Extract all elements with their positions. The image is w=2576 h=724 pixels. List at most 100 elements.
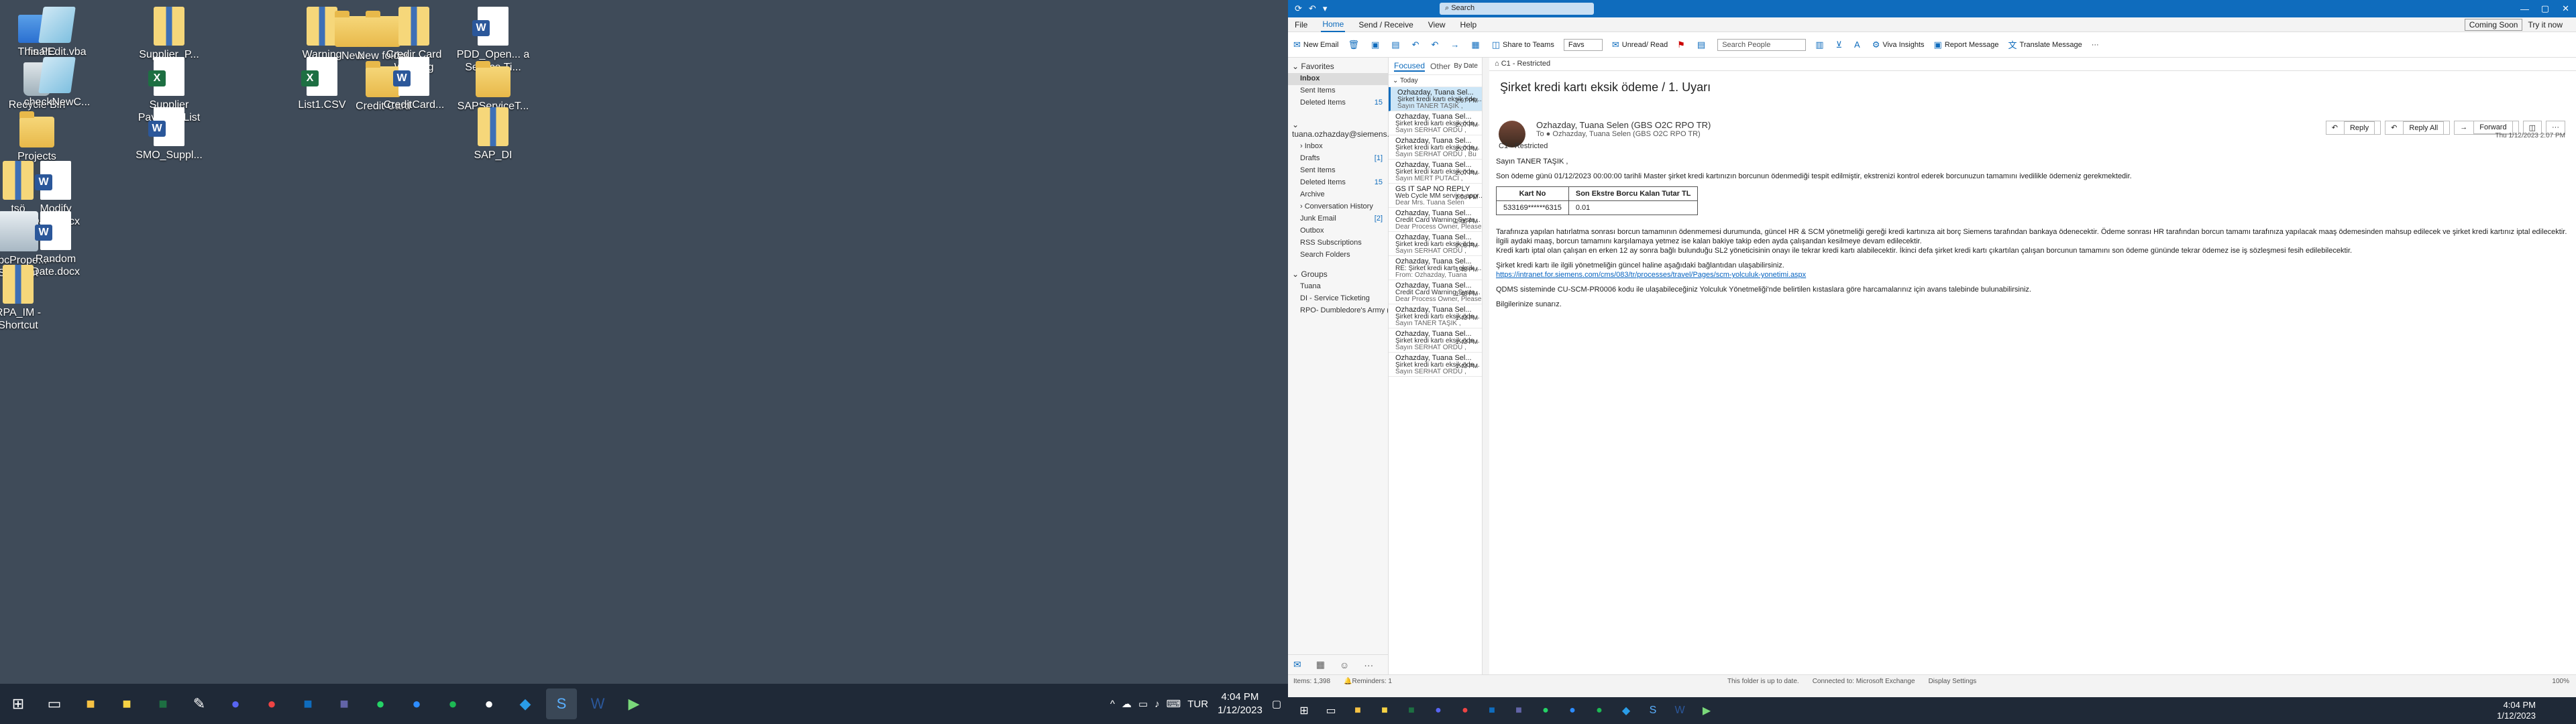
whatsapp-icon[interactable]: ● (365, 688, 396, 719)
vscode-icon[interactable]: ◆ (1616, 701, 1636, 721)
zoom-icon[interactable]: ● (1562, 701, 1582, 721)
projects-folder[interactable]: Projects (0, 107, 74, 163)
list-item[interactable]: Ozhazday, Tuana Sel... Şirket kredi kartı… (1389, 135, 1482, 160)
sap-di-file[interactable]: SAP_DI (456, 107, 530, 162)
categorize-button[interactable]: ▤ (1697, 40, 1708, 50)
more-icon[interactable]: ··· (1364, 660, 1373, 670)
teams-icon[interactable]: ■ (329, 688, 360, 719)
reply-button[interactable]: ↶ Reply (2325, 121, 2381, 135)
filter-button[interactable]: ⊻ (1836, 40, 1845, 50)
meeting-button[interactable]: ▦ (1471, 40, 1482, 50)
sticky-notes-icon[interactable]: ■ (1375, 701, 1395, 721)
sticky-notes-icon[interactable]: ■ (111, 688, 142, 719)
group-tuana[interactable]: Tuana (1288, 281, 1388, 293)
rpa-app-icon[interactable]: S (546, 688, 577, 719)
search-people-input[interactable]: Search People (1717, 38, 1807, 51)
excel-icon[interactable]: ■ (1401, 701, 1421, 721)
quick-steps-select[interactable]: Favs (1563, 38, 1603, 51)
folder-archive[interactable]: Archive (1288, 189, 1388, 201)
clock-secondary[interactable]: 4:04 PM 1/12/2023 (2497, 700, 2536, 721)
file-explorer-icon[interactable]: ■ (75, 688, 106, 719)
folder-conversation-history[interactable]: › Conversation History (1288, 201, 1388, 213)
windows-start-icon[interactable]: ⊞ (3, 688, 34, 719)
folder-outbox[interactable]: Outbox (1288, 225, 1388, 237)
outlook-icon[interactable]: ■ (292, 688, 323, 719)
github-icon[interactable]: ● (474, 688, 504, 719)
file-explorer-icon[interactable]: ■ (1348, 701, 1368, 721)
creditcard-doc[interactable]: W CreditCard... (377, 57, 451, 111)
word-icon[interactable]: W (1670, 701, 1690, 721)
rpa-app-icon[interactable]: S (1643, 701, 1663, 721)
group-rpo[interactable]: RPO- Dumbledore's Army ( De... (1288, 305, 1388, 317)
list-item[interactable]: Ozhazday, Tuana Sel... Şirket kredi kartı… (1389, 304, 1482, 328)
finaledit-file[interactable]: finalEdit.vba (20, 7, 94, 58)
list-item[interactable]: Ozhazday, Tuana Sel... Şirket kredi kartı… (1389, 353, 1482, 377)
move-button[interactable]: ▤ (1391, 40, 1402, 50)
notification-icon[interactable]: ▢ (1272, 698, 1281, 710)
list-item[interactable]: GS IT SAP NO REPLY Web Cycle MM service a… (1389, 184, 1482, 208)
teams-icon[interactable]: ■ (1509, 701, 1529, 721)
forward-ribbon-button[interactable]: → (1450, 40, 1462, 50)
whatsapp-icon[interactable]: ● (1536, 701, 1556, 721)
sapservice-folder[interactable]: SAPServiceT... (456, 57, 530, 113)
groups-header[interactable]: ⌄ Groups (1288, 265, 1388, 281)
account-header[interactable]: ⌄ tuana.ozhazday@siemens.... (1288, 116, 1396, 141)
smo-suppl-doc[interactable]: W SMO_Suppl... (132, 107, 206, 162)
people-icon[interactable]: ☺ (1340, 660, 1349, 670)
list-item[interactable]: Ozhazday, Tuana Sel... Şirket kredi kartı… (1389, 160, 1482, 184)
intranet-link[interactable]: https://intranet.for.siemens.com/cms/083… (1496, 271, 1806, 279)
clock[interactable]: 4:04 PM 1/12/2023 (1218, 690, 1263, 717)
fav-deleted-items[interactable]: Deleted Items 15 (1288, 97, 1388, 109)
task-view-icon[interactable]: ▭ (39, 688, 70, 719)
folder-junk-email[interactable]: Junk Email [2] (1288, 213, 1388, 225)
flag-button[interactable]: ⚑ (1677, 40, 1688, 50)
menu-help[interactable]: Help (1459, 18, 1479, 32)
cloud-icon[interactable]: ☁ (1122, 698, 1132, 710)
discord-icon[interactable]: ● (220, 688, 251, 719)
tab-other[interactable]: Other (1430, 62, 1450, 71)
chevron-up-icon[interactable]: ^ (1110, 699, 1115, 710)
media-app-icon[interactable]: ▶ (1697, 701, 1717, 721)
quick-access-icon[interactable]: ▾ (1323, 3, 1328, 14)
reply-ribbon-button[interactable]: ↶ (1412, 40, 1422, 50)
windows-start-icon[interactable]: ⊞ (1294, 701, 1314, 721)
sync-icon[interactable]: ⟳ (1295, 3, 1302, 14)
excel-icon[interactable]: ■ (148, 688, 178, 719)
language-indicator[interactable]: TUR (1187, 699, 1208, 710)
folder-sent-items[interactable]: Sent Items (1288, 165, 1388, 177)
tab-focused[interactable]: Focused (1394, 61, 1426, 72)
network-icon[interactable]: ▭ (1138, 698, 1148, 710)
group-di-service[interactable]: DI - Service Ticketing (1288, 293, 1388, 305)
spotify-icon[interactable]: ● (1589, 701, 1609, 721)
viva-insights-button[interactable]: ⚙ Viva Insights (1872, 40, 1925, 50)
list-item[interactable]: Ozhazday, Tuana Sel... Credit Card Warnin… (1389, 208, 1482, 232)
checknewc-file[interactable]: checkNewC... (20, 57, 94, 109)
list-item[interactable]: Ozhazday, Tuana Sel... RE: Şirket kredi k… (1389, 256, 1482, 280)
more-options-button[interactable]: ··· (2092, 41, 2099, 49)
spotify-icon[interactable]: ● (437, 688, 468, 719)
new-email-button[interactable]: ✉ New Email (1293, 40, 1338, 50)
folder-search-folders[interactable]: Search Folders (1288, 249, 1388, 261)
reply-all-button[interactable]: ↶ Reply All (2385, 121, 2451, 135)
menu-send-receive[interactable]: Send / Receive (1357, 18, 1414, 32)
folder-drafts[interactable]: Drafts [1] (1288, 153, 1388, 165)
chrome-icon[interactable]: ● (1455, 701, 1475, 721)
translate-button[interactable]: 文 Translate Message (2008, 38, 2082, 51)
outlook-icon[interactable]: ■ (1482, 701, 1502, 721)
menu-view[interactable]: View (1427, 18, 1447, 32)
delete-button[interactable]: 🗑 (1348, 40, 1362, 50)
archive-button[interactable]: ▣ (1371, 40, 1382, 50)
fav-sent-items[interactable]: Sent Items (1288, 85, 1388, 97)
read-aloud-button[interactable]: A (1854, 40, 1863, 50)
mail-icon[interactable]: ✉ (1293, 659, 1301, 670)
volume-icon[interactable]: ♪ (1155, 699, 1160, 710)
report-message-button[interactable]: ▣ Report Message (1934, 40, 1999, 50)
maximize-button[interactable]: ▢ (2541, 3, 2549, 14)
search-input[interactable]: ⌕ Search (1440, 3, 1594, 15)
list-item[interactable]: Ozhazday, Tuana Sel... Şirket kredi kartı… (1389, 87, 1482, 111)
menu-file[interactable]: File (1293, 18, 1309, 32)
chrome-icon[interactable]: ● (256, 688, 287, 719)
email-from[interactable]: Ozhazday, Tuana Selen (GBS O2C RPO TR) (1536, 120, 1711, 130)
coming-soon-toggle[interactable]: Coming Soon (2464, 18, 2523, 31)
list-item[interactable]: Ozhazday, Tuana Sel... Şirket kredi kartı… (1389, 232, 1482, 256)
